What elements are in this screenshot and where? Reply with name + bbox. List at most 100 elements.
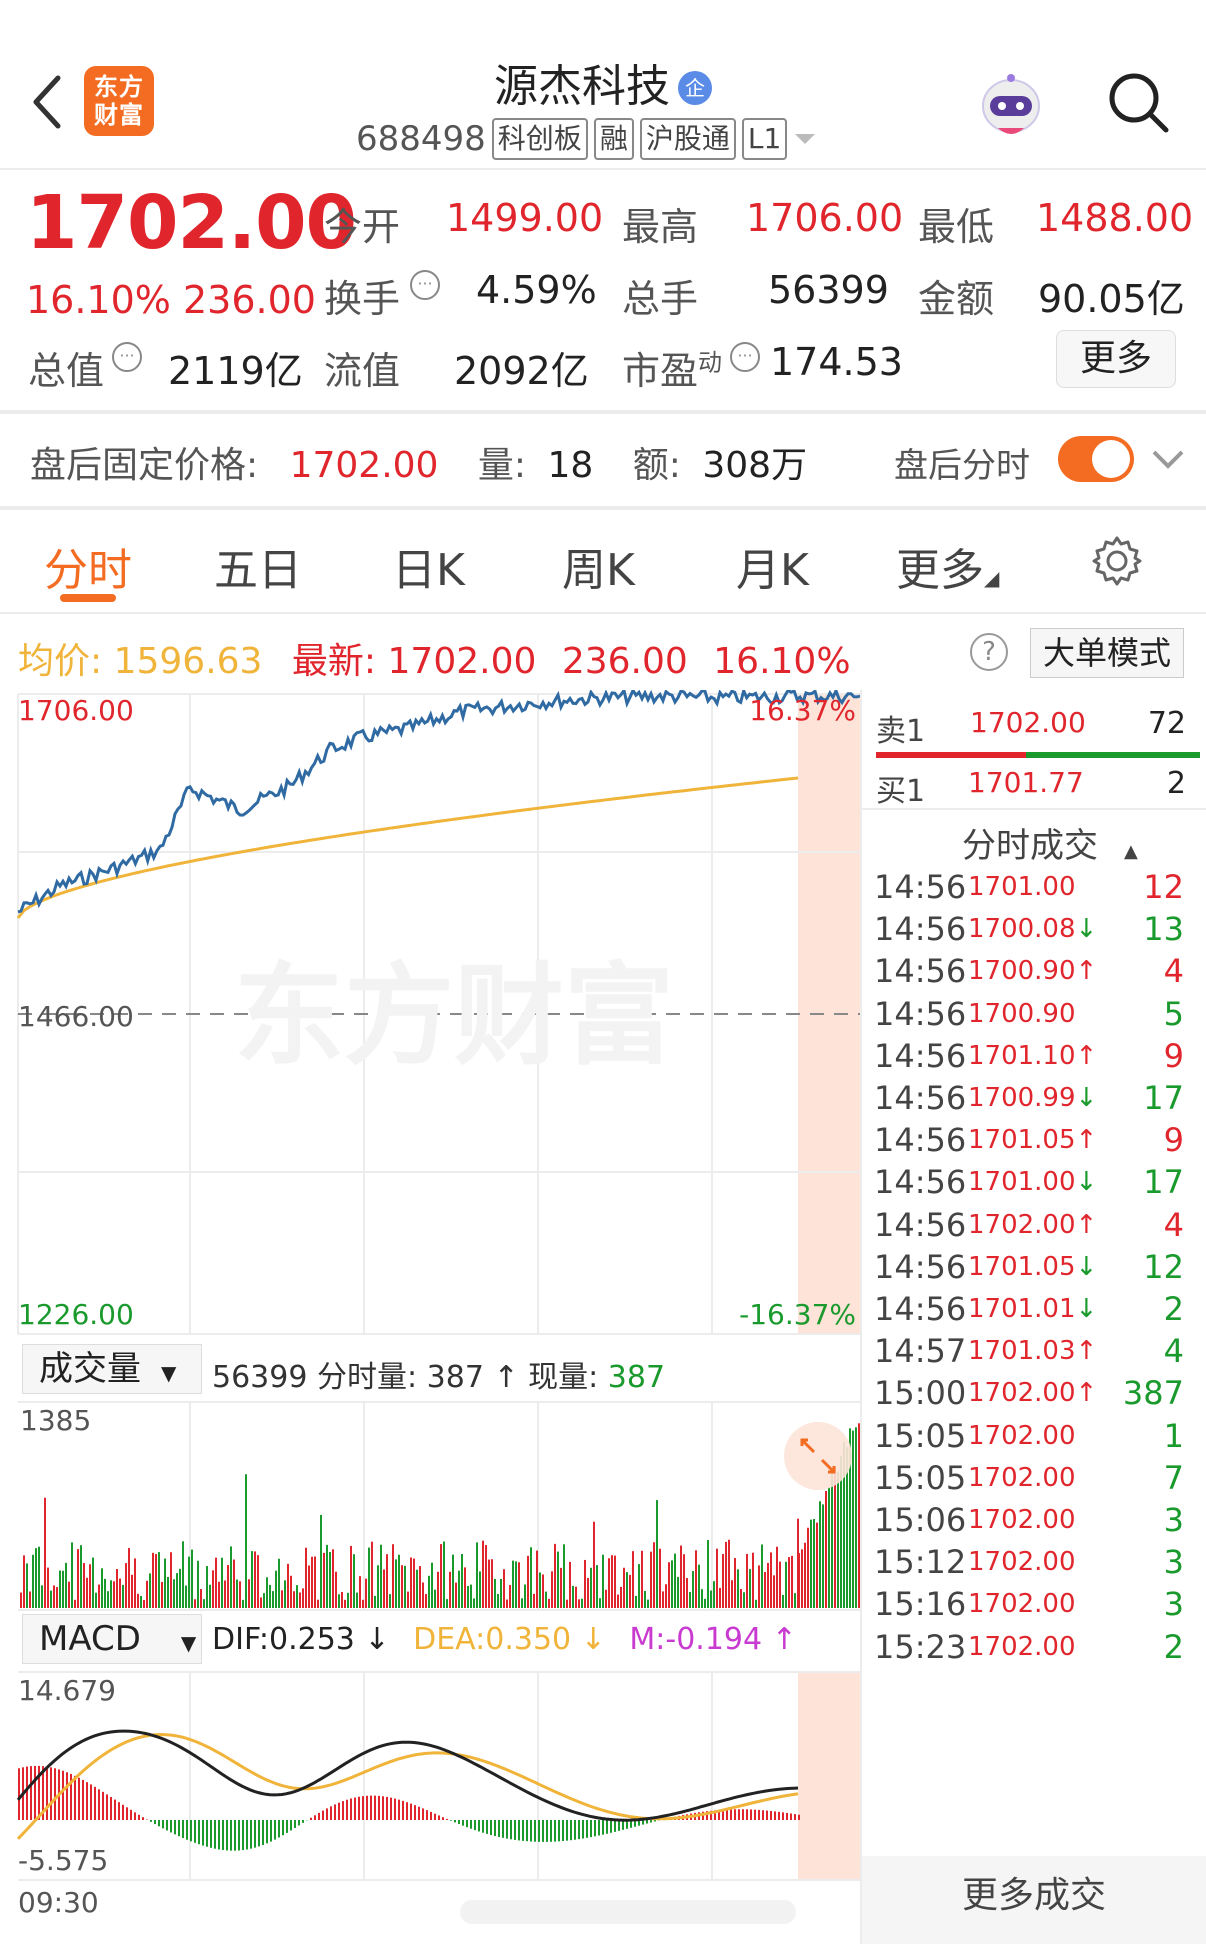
tab-intraday[interactable]: 分时 xyxy=(44,534,132,598)
tab-daily-k[interactable]: 日K xyxy=(392,534,465,598)
trade-time: 14:56 xyxy=(874,868,967,906)
trade-time: 14:56 xyxy=(874,952,967,991)
trade-row: 15:05 1702.00 1 xyxy=(874,1417,1190,1457)
trades-title[interactable]: 分时成交 ▲ xyxy=(962,818,1138,867)
more-info-icon[interactable]: ··· xyxy=(730,342,760,372)
trade-row: 15:05 1702.00 7 xyxy=(874,1459,1190,1499)
more-trades-button[interactable]: 更多成交 xyxy=(862,1856,1206,1944)
more-quote-button[interactable]: 更多 xyxy=(1056,330,1176,388)
trade-volume: 387 xyxy=(1122,1374,1184,1413)
trade-time: 14:56 xyxy=(874,1079,967,1117)
high-value: 1706.00 xyxy=(746,196,904,240)
float-value: 2092亿 xyxy=(454,349,589,393)
volume-value: 56399 xyxy=(768,268,889,312)
intraday-price-chart[interactable]: 东方财富 1706.00 1466.00 1226.00 16.37% -16.… xyxy=(0,690,862,1340)
chevron-down-icon[interactable] xyxy=(1150,446,1186,472)
after-hours-row: 盘后固定价格: 1702.00 量: 18 额: 308万 xyxy=(30,445,808,486)
trade-price: 1702.00↑ xyxy=(968,1378,1098,1409)
trade-price: 1702.00 xyxy=(968,1589,1076,1620)
macd-indicator-select[interactable]: MACD ▼ xyxy=(22,1614,202,1664)
tab-monthly-k[interactable]: 月K xyxy=(736,534,809,598)
intraday-summary-row: 均价: 1596.63 最新: 1702.00 236.00 16.10% xyxy=(18,641,851,682)
trade-row: 15:16 1702.00 3 xyxy=(874,1585,1190,1625)
trade-price: 1701.10↑ xyxy=(968,1040,1098,1071)
chart-bottom-pct: -16.37% xyxy=(739,1298,856,1331)
volume-label: 总手 xyxy=(622,277,699,321)
volume-max-label: 1385 xyxy=(20,1404,91,1437)
time-scroll-bar[interactable] xyxy=(460,1900,796,1924)
big-order-mode-button[interactable]: 大单模式 xyxy=(1030,628,1184,678)
trade-volume: 1 xyxy=(1163,1416,1184,1455)
amount-label: 金额 xyxy=(918,277,995,321)
trade-row: 14:56 1701.05↑ 9 xyxy=(874,1121,1190,1161)
volume-indicator-select[interactable]: 成交量 ▼ xyxy=(22,1344,202,1394)
trade-price: 1702.00 xyxy=(968,1420,1076,1451)
trade-price: 1702.00 xyxy=(968,1547,1076,1578)
dropdown-arrow-icon[interactable] xyxy=(793,130,817,148)
trade-price: 1701.00 xyxy=(968,872,1076,902)
trade-volume: 2 xyxy=(1163,1627,1184,1666)
open-label: 今开 xyxy=(324,205,401,249)
trade-row: 14:56 1700.90↑ 4 xyxy=(874,952,1190,992)
more-info-icon[interactable]: ··· xyxy=(410,270,440,300)
trade-time: 14:56 xyxy=(874,1121,967,1160)
trade-time: 15:00 xyxy=(874,1374,967,1413)
trade-volume: 4 xyxy=(1163,1332,1184,1371)
trade-volume: 4 xyxy=(1163,952,1184,991)
macd-top-label: 14.679 xyxy=(18,1674,116,1707)
trade-time: 14:56 xyxy=(874,1247,967,1286)
trade-price: 1700.99↓ xyxy=(968,1083,1098,1113)
trade-time: 14:56 xyxy=(874,994,967,1033)
trade-time: 15:05 xyxy=(874,1458,967,1497)
tab-five-day[interactable]: 五日 xyxy=(214,534,302,598)
sell1-volume: 72 xyxy=(1147,706,1186,741)
trade-volume: 4 xyxy=(1163,1205,1184,1244)
ai-assistant-icon[interactable] xyxy=(976,70,1046,140)
settings-gear-icon[interactable] xyxy=(1090,534,1144,588)
time-start-label: 09:30 xyxy=(18,1886,99,1919)
more-info-icon[interactable]: ··· xyxy=(112,342,142,372)
trade-time: 14:56 xyxy=(874,1290,967,1328)
open-value: 1499.00 xyxy=(446,196,604,240)
trade-price: 1702.00 xyxy=(968,1462,1076,1493)
trade-time: 15:23 xyxy=(874,1627,967,1666)
trade-volume: 13 xyxy=(1143,910,1184,949)
help-icon[interactable]: ? xyxy=(970,633,1008,671)
trade-row: 14:56 1701.00 12 xyxy=(874,868,1190,908)
float-label: 流值 xyxy=(324,349,401,393)
trade-time: 15:12 xyxy=(874,1543,967,1582)
trade-price: 1701.01↓ xyxy=(968,1294,1098,1324)
buy1-label: 买1 xyxy=(876,774,926,809)
after-hours-toggle[interactable] xyxy=(1058,436,1134,482)
expand-icon-bg xyxy=(784,1422,852,1490)
buy1-volume: 2 xyxy=(1166,766,1186,801)
amount-value: 90.05亿 xyxy=(1038,277,1185,321)
low-value: 1488.00 xyxy=(1036,196,1194,240)
trade-price: 1701.03↑ xyxy=(968,1336,1098,1367)
pe-label: 市盈动 xyxy=(622,348,723,393)
chart-top-pct: 16.37% xyxy=(749,694,856,727)
buy1-price: 1701.77 xyxy=(968,766,1084,799)
trade-price: 1702.00 xyxy=(968,1505,1076,1535)
tab-weekly-k[interactable]: 周K xyxy=(562,534,635,598)
tab-more[interactable]: 更多◢ xyxy=(896,534,999,598)
trade-row: 14:56 1701.00↓ 17 xyxy=(874,1163,1190,1203)
trade-volume: 5 xyxy=(1163,994,1184,1033)
tag-connect: 沪股通 xyxy=(639,118,736,160)
average-price-line xyxy=(16,776,799,919)
trade-price: 1701.05↑ xyxy=(968,1125,1098,1156)
trade-row: 15:06 1702.00 3 xyxy=(874,1501,1190,1541)
volume-chart[interactable]: 1385 xyxy=(0,1400,862,1612)
trade-time: 14:56 xyxy=(874,1036,967,1075)
sell1-price: 1702.00 xyxy=(970,706,1086,739)
macd-chart[interactable]: 14.679 -5.575 xyxy=(0,1670,862,1884)
trade-row: 15:12 1702.00 3 xyxy=(874,1543,1190,1583)
trade-volume: 9 xyxy=(1163,1036,1184,1075)
trade-row: 15:00 1702.00↑ 387 xyxy=(874,1374,1190,1414)
trade-row: 14:56 1700.99↓ 17 xyxy=(874,1079,1190,1119)
trade-time: 14:56 xyxy=(874,910,967,949)
trade-volume: 17 xyxy=(1143,1079,1184,1117)
search-icon[interactable] xyxy=(1106,70,1170,134)
stock-code-row[interactable]: 688498 科创板 融 沪股通 L1 xyxy=(356,118,817,160)
chart-top-label: 1706.00 xyxy=(18,694,134,727)
